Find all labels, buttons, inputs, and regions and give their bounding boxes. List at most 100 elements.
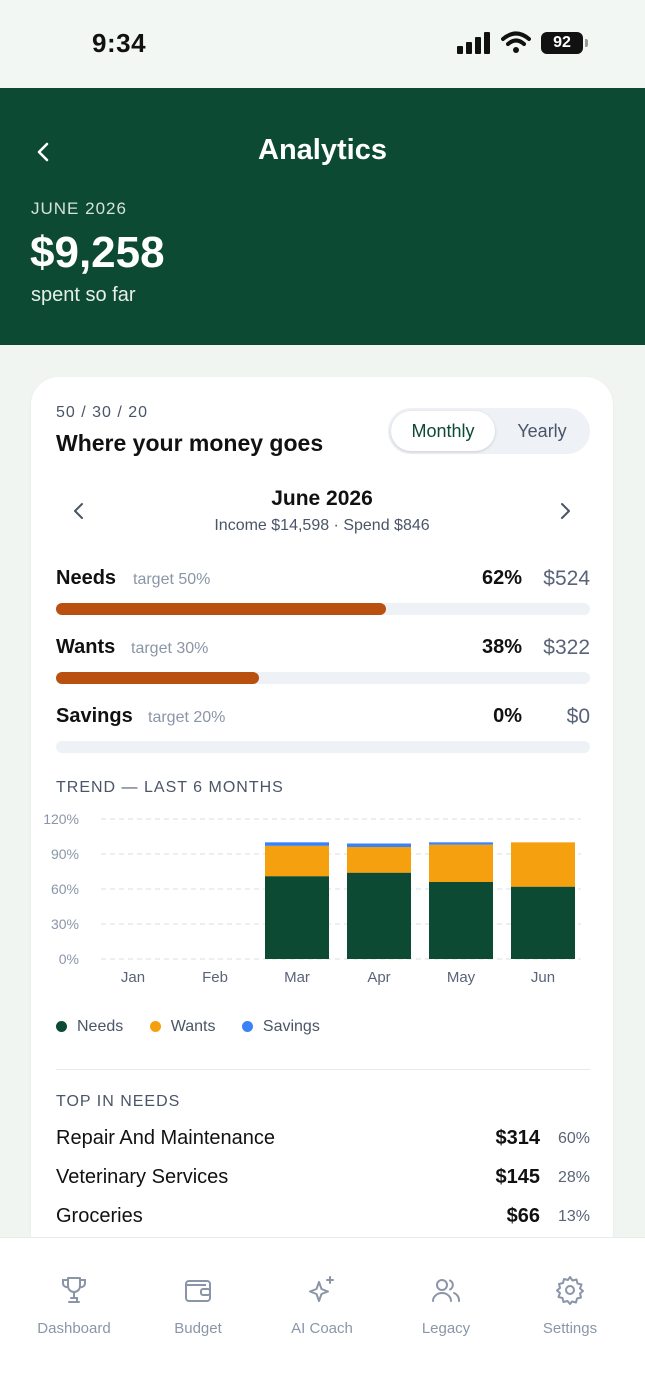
x-tick-label: Jan — [121, 969, 145, 986]
bar-savings — [429, 842, 493, 845]
progress-track — [56, 603, 590, 615]
spent-amount: $9,258 — [30, 228, 165, 277]
bar-wants — [265, 845, 329, 877]
bar-wants — [511, 842, 575, 887]
category-target: target 20% — [148, 709, 226, 726]
period-toggle: Monthly Yearly — [388, 408, 590, 454]
legend-needs-dot — [56, 1021, 67, 1032]
top-needs-title: TOP IN NEEDS — [56, 1093, 181, 1110]
category-savings: Savings target 20% 0% $0 — [56, 705, 590, 765]
category-target: target 50% — [133, 571, 211, 588]
legend-wants-dot — [149, 1021, 161, 1032]
trend-title: TREND — LAST 6 MONTHS — [56, 779, 284, 796]
tab-label: Legacy — [421, 1320, 471, 1337]
category-percent: 0% — [493, 705, 522, 727]
bar-savings — [347, 843, 411, 847]
trend-chart: 0% 30% 60% 90% 120% Jan Feb Mar Apr May Jun — [43, 811, 581, 986]
analytics-header: Analytics JUNE 2026 $9,258 spent so far — [0, 88, 645, 345]
item-name: Repair And Maintenance — [56, 1127, 276, 1149]
category-name: Needs — [56, 567, 117, 589]
spent-subtitle: spent so far — [31, 284, 136, 306]
item-name: Veterinary Services — [56, 1166, 229, 1188]
category-amount: $524 — [543, 567, 590, 590]
bar-needs — [265, 876, 329, 959]
legend-savings-dot — [241, 1021, 253, 1032]
category-percent: 38% — [481, 636, 522, 658]
x-tick-label: Feb — [202, 969, 228, 986]
x-tick-label: Jun — [531, 969, 555, 986]
gear-icon — [556, 1276, 584, 1305]
page-title: Analytics — [258, 134, 387, 166]
y-tick-label: 120% — [43, 811, 79, 827]
progress-track — [56, 741, 590, 753]
bar-wants — [347, 847, 411, 873]
y-tick-label: 90% — [51, 846, 79, 862]
battery-icon: 92 — [541, 32, 588, 54]
item-percent: 28% — [557, 1169, 590, 1186]
bottom-tab-bar: Dashboard Budget AI Coach Legacy Setting… — [0, 1237, 645, 1398]
bar-savings — [265, 842, 329, 846]
category-wants: Wants target 30% 38% $322 — [56, 636, 590, 696]
tab-settings[interactable]: Settings — [510, 1274, 630, 1337]
category-amount: $322 — [543, 636, 590, 659]
list-item[interactable]: Groceries $66 13% — [56, 1205, 590, 1233]
tab-label: Settings — [542, 1320, 598, 1337]
card-title: Where your money goes — [56, 430, 324, 456]
item-percent: 60% — [557, 1130, 590, 1147]
category-target: target 30% — [131, 640, 209, 657]
progress-fill — [56, 672, 259, 684]
category-percent: 62% — [481, 567, 522, 589]
legend-needs: Needs — [56, 1018, 123, 1036]
item-amount: $314 — [495, 1127, 541, 1149]
x-tick-label: Mar — [284, 969, 310, 986]
tab-label: Budget — [174, 1320, 222, 1337]
period-summary: Income $14,598 · Spend $846 — [214, 517, 430, 534]
next-month-chevron-icon[interactable] — [553, 499, 577, 523]
tab-dashboard[interactable]: Dashboard — [14, 1274, 134, 1337]
trophy-icon — [62, 1277, 86, 1303]
wallet-icon — [185, 1280, 211, 1302]
tab-label: AI Coach — [291, 1320, 353, 1337]
period-title: June 2026 — [271, 487, 373, 510]
signal-icon — [457, 32, 491, 54]
item-percent: 13% — [557, 1208, 590, 1225]
progress-track — [56, 672, 590, 684]
list-item[interactable]: Veterinary Services $145 28% — [56, 1166, 590, 1194]
legend-savings: Savings — [241, 1018, 320, 1036]
y-tick-label: 30% — [51, 916, 79, 932]
sparkles-icon — [309, 1276, 334, 1302]
legend-wants: Wants — [149, 1018, 215, 1036]
ratio-label: 50 / 30 / 20 — [56, 404, 149, 421]
item-amount: $145 — [495, 1166, 541, 1188]
x-tick-label: May — [447, 969, 476, 986]
y-tick-label: 60% — [51, 881, 79, 897]
x-tick-label: Apr — [367, 969, 390, 986]
bar-needs — [429, 882, 493, 959]
tab-legacy[interactable]: Legacy — [386, 1274, 506, 1337]
monthly-toggle-button[interactable]: Monthly — [391, 411, 495, 451]
category-amount: $0 — [566, 705, 590, 728]
money-card: 50 / 30 / 20 Where your money goes Month… — [31, 377, 613, 1277]
category-needs: Needs target 50% 62% $524 — [56, 567, 590, 627]
status-bar: 9:34 92 — [0, 0, 645, 88]
yearly-toggle-button[interactable]: Yearly — [497, 411, 587, 451]
status-time: 9:34 — [92, 28, 147, 58]
bar-needs — [347, 872, 411, 959]
category-name: Wants — [56, 636, 116, 658]
item-amount: $66 — [506, 1205, 540, 1227]
bar-wants — [429, 844, 493, 882]
item-name: Groceries — [56, 1205, 143, 1227]
section-divider — [56, 1069, 590, 1070]
list-item[interactable]: Repair And Maintenance $314 60% — [56, 1127, 590, 1155]
users-icon — [432, 1279, 460, 1302]
chart-legend: Needs Wants Savings — [56, 1018, 342, 1038]
y-tick-label: 0% — [59, 951, 79, 967]
wifi-icon — [501, 31, 531, 53]
month-label: JUNE 2026 — [31, 199, 127, 218]
progress-fill — [56, 603, 387, 615]
tab-label: Dashboard — [37, 1320, 111, 1337]
category-name: Savings — [56, 705, 133, 727]
tab-budget[interactable]: Budget — [138, 1274, 258, 1337]
bar-needs — [511, 886, 575, 959]
tab-ai-coach[interactable]: AI Coach — [262, 1274, 382, 1337]
